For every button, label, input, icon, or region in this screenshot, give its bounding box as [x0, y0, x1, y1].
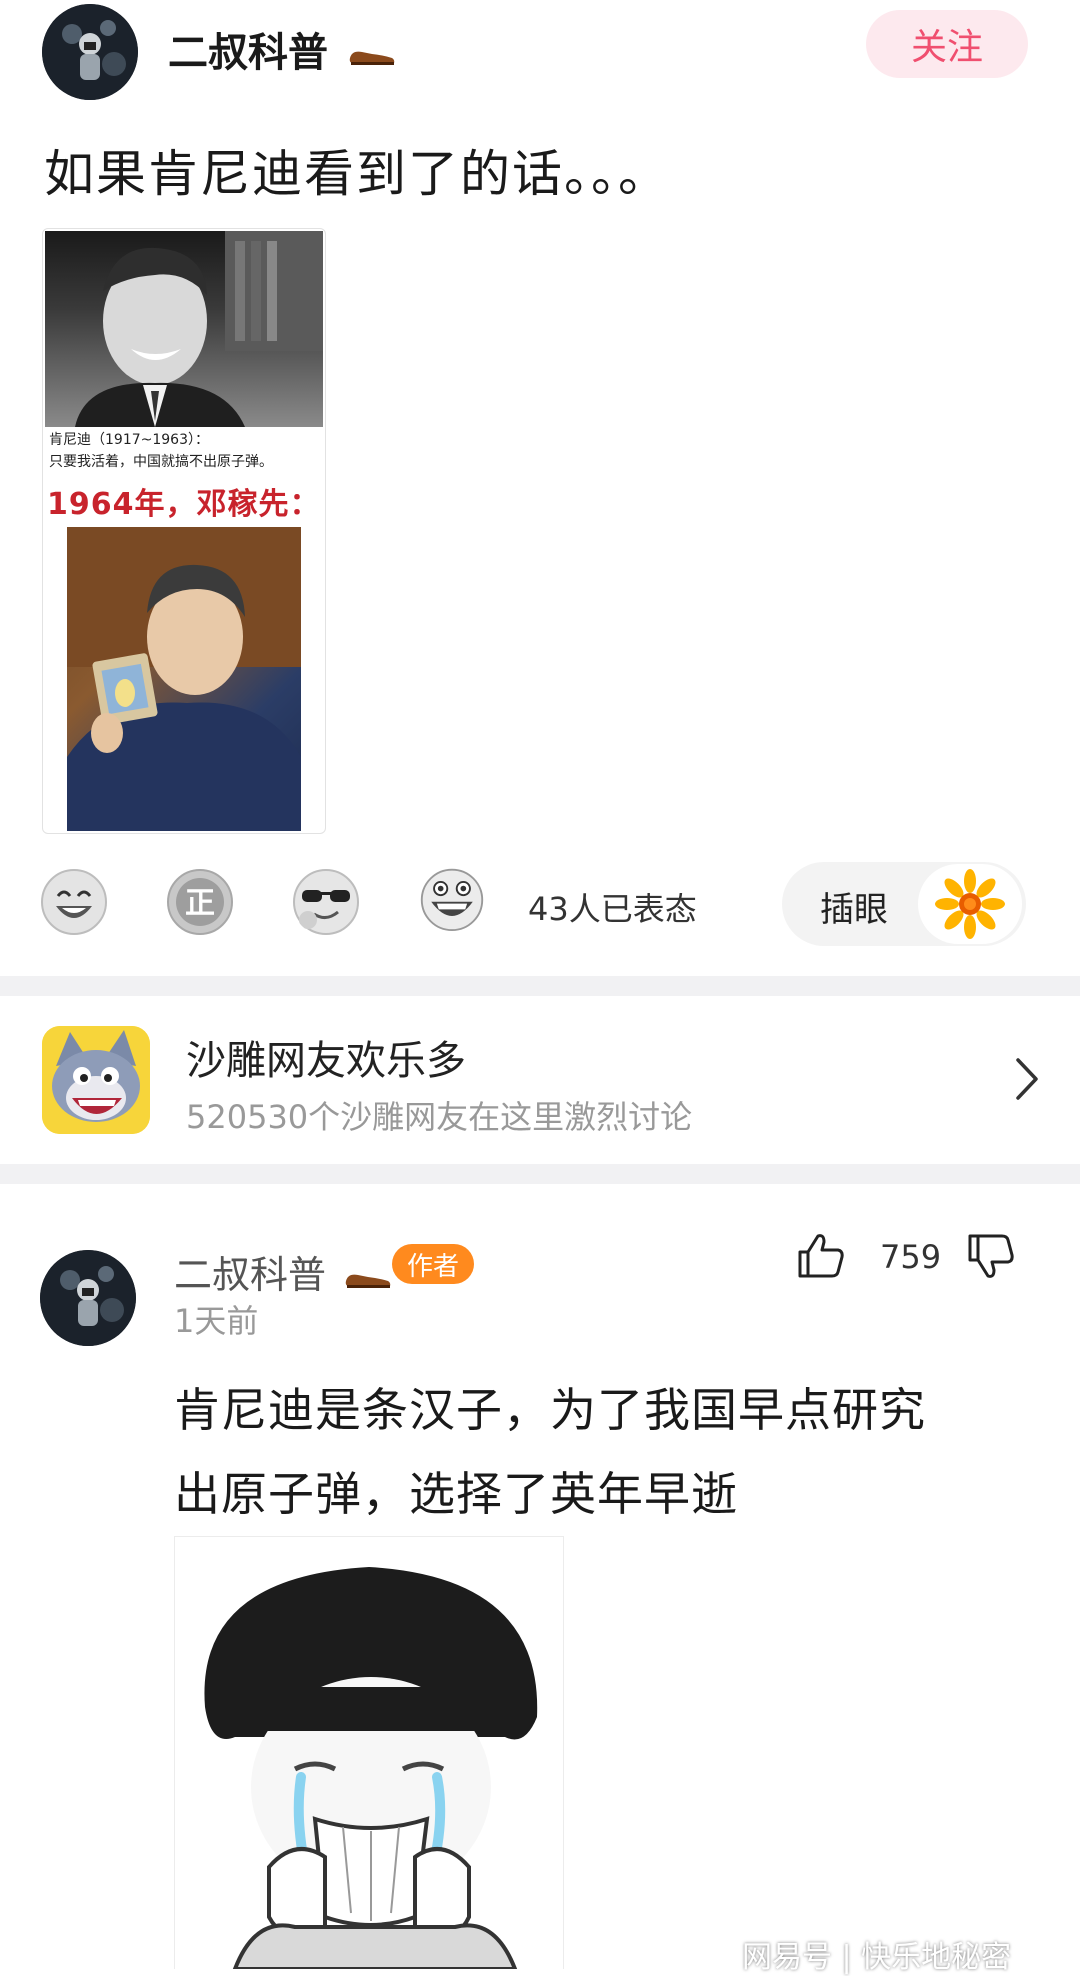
- shoe-icon: [345, 1274, 391, 1288]
- grinning-face-icon[interactable]: [418, 864, 486, 932]
- kennedy-photo: [45, 231, 323, 427]
- follow-button[interactable]: 关注: [866, 10, 1028, 78]
- bookmark-reaction-button[interactable]: 插眼: [782, 862, 1026, 946]
- community-avatar[interactable]: [42, 1026, 150, 1134]
- author-avatar[interactable]: [42, 4, 138, 100]
- svg-text:正: 正: [185, 886, 215, 921]
- comment-author-name-text: 二叔科普: [174, 1253, 327, 1297]
- comment-author-name[interactable]: 二叔科普: [174, 1244, 392, 1299]
- crying-meme-face: [204, 1567, 538, 1969]
- reaction-count: 43人已表态: [528, 890, 697, 928]
- post-image[interactable]: 肯尼迪（1917~1963）： 只要我活着，中国就搞不出原子弹。 1964年，邓…: [42, 228, 326, 834]
- avatar-photo-icon: [40, 1250, 136, 1346]
- community-name[interactable]: 沙雕网友欢乐多: [186, 1028, 466, 1086]
- comment-text-line-1: 肯尼迪是条汉子，为了我国早点研究: [174, 1383, 926, 1437]
- caption-line-2: 只要我活着，中国就搞不出原子弹。: [49, 454, 273, 470]
- comment-text: 肯尼迪是条汉子，为了我国早点研究 出原子弹，选择了英年早逝: [174, 1368, 1034, 1536]
- avatar-photo-icon: [42, 4, 138, 100]
- laughing-face-icon[interactable]: [40, 868, 108, 936]
- community-description: 520530个沙雕网友在这里激烈讨论: [186, 1098, 693, 1136]
- section-divider: [0, 1164, 1080, 1184]
- deng-photo: [67, 527, 301, 831]
- watermark: 网易号 | 快乐地秘密: [742, 1940, 1012, 1975]
- sunflower-icon-wrap: [918, 864, 1022, 944]
- sunflower-icon: [935, 869, 1005, 939]
- image-caption: 肯尼迪（1917~1963）： 只要我活着，中国就搞不出原子弹。: [49, 429, 325, 473]
- comment-like-count: 759: [880, 1238, 942, 1276]
- comment-author-avatar[interactable]: [40, 1250, 136, 1346]
- bookmark-reaction-label: 插眼: [820, 890, 888, 930]
- image-headline: 1964年，邓稼先：: [47, 487, 321, 522]
- thumbs-up-icon[interactable]: [796, 1230, 846, 1280]
- caption-line-1: 肯尼迪（1917~1963）：: [49, 432, 209, 448]
- cartoon-cat-icon: [42, 1026, 150, 1134]
- zheng-badge-icon[interactable]: 正: [166, 868, 234, 936]
- comment-time: 1天前: [174, 1302, 259, 1340]
- section-divider: [0, 976, 1080, 996]
- sunglasses-face-icon[interactable]: [292, 868, 360, 936]
- comment-image[interactable]: [174, 1536, 564, 1969]
- shoe-icon: [349, 51, 395, 65]
- chevron-right-icon[interactable]: [1014, 1056, 1040, 1102]
- thumbs-down-icon[interactable]: [966, 1232, 1016, 1282]
- community-card[interactable]: [0, 996, 1080, 1164]
- author-name-text: 二叔科普: [168, 30, 328, 76]
- author-name[interactable]: 二叔科普: [168, 20, 396, 78]
- author-badge: 作者: [392, 1244, 474, 1284]
- post-title: 如果肯尼迪看到了的话。。。: [44, 145, 670, 203]
- comment-text-line-2: 出原子弹，选择了英年早逝: [174, 1467, 738, 1521]
